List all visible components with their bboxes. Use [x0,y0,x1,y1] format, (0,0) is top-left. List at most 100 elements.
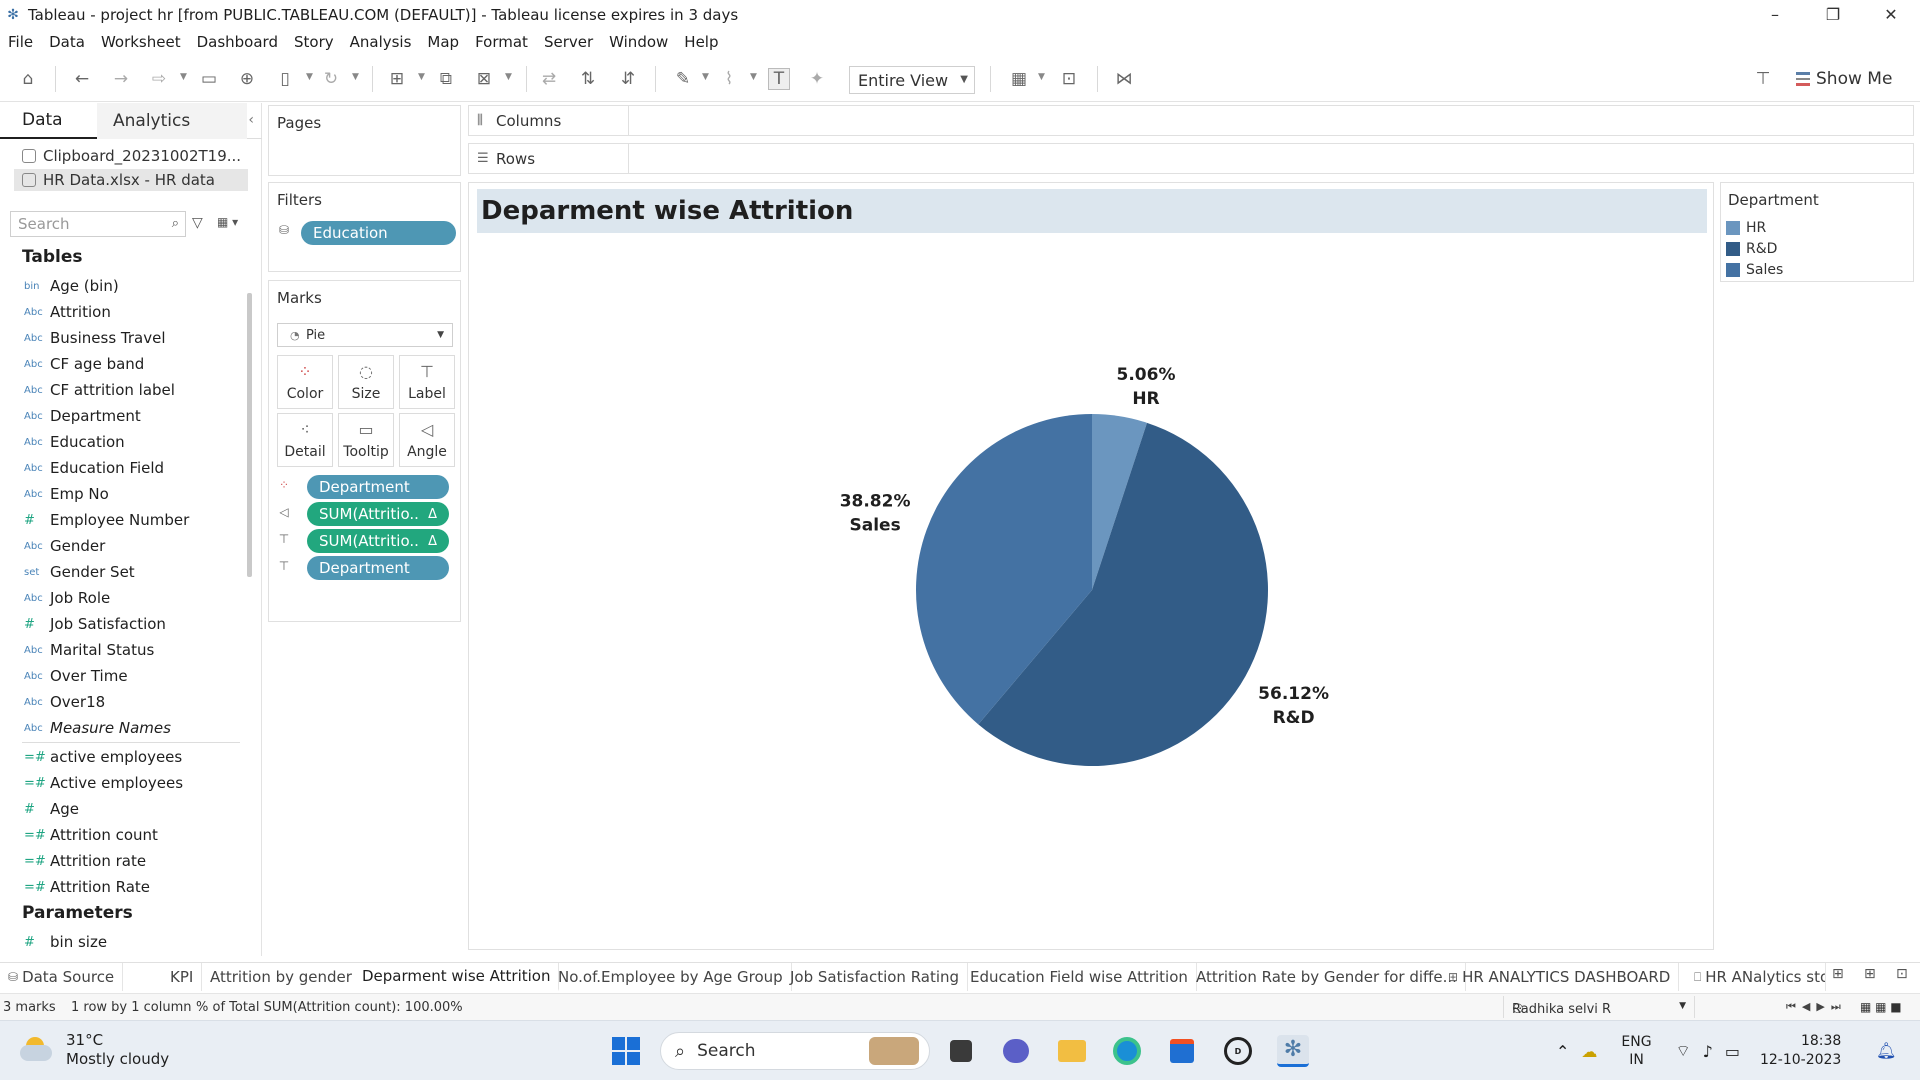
menu-data[interactable]: Data [41,33,93,51]
sort-descending-icon[interactable]: ⇵ [617,68,639,90]
field-education[interactable]: Abc Education [0,429,240,455]
field-attrition-rate[interactable]: =# Attrition rate [0,848,240,874]
field-business-travel[interactable]: Abc Business Travel [0,325,240,351]
windows-start-icon[interactable] [610,1035,642,1067]
sheet-tab-education-field-wise-attrition[interactable]: Education Field wise Attrition [962,963,1197,991]
marks-pill-department-label[interactable]: Department [307,556,449,580]
marks-pill-sum-attrition-label[interactable]: SUM(Attritio.. Δ [307,529,449,553]
menu-file[interactable]: File [0,33,41,51]
battery-icon[interactable]: ▭ [1725,1042,1740,1061]
legend-item-hr[interactable]: HR [1726,218,1766,238]
save-icon[interactable]: ▭ [198,68,220,90]
legend-item-rnd[interactable]: R&D [1726,239,1777,259]
volume-icon[interactable]: ♪ [1703,1042,1713,1061]
filter-icon[interactable]: ▽ [192,215,203,231]
task-view-icon[interactable] [945,1035,977,1067]
menu-map[interactable]: Map [419,33,467,51]
field-attrition[interactable]: Abc Attrition [0,299,240,325]
home-icon[interactable]: ⌂ [17,68,39,90]
tab-analytics[interactable]: Analytics [97,103,247,139]
field-age[interactable]: # Age [0,796,240,822]
field-search-input[interactable]: Search ⌕ [10,211,186,237]
chevron-down-icon[interactable]: ▼ [352,72,359,82]
field-department[interactable]: Abc Department [0,403,240,429]
menu-worksheet[interactable]: Worksheet [93,33,189,51]
teams-chat-icon[interactable] [1000,1035,1032,1067]
sheet-tab-kpi[interactable]: KPI [162,963,203,991]
chevron-down-icon[interactable]: ▼ [306,72,313,82]
new-story-tab-icon[interactable]: ⊡ [1896,966,1908,982]
menu-dashboard[interactable]: Dashboard [189,33,286,51]
field-education-field[interactable]: Abc Education Field [0,455,240,481]
sheet-tab-job-satisfaction-rating[interactable]: Job Satisfaction Rating [782,963,969,991]
field-gender-set[interactable]: set Gender Set [0,559,240,585]
pause-updates-icon[interactable]: ▯ [274,68,296,90]
field-active-employees[interactable]: =# Active employees [0,770,240,796]
view-options-icon[interactable]: ▦ ▾ [217,215,238,229]
chevron-down-icon[interactable]: ▼ [750,72,757,82]
restore-button[interactable]: ❐ [1804,0,1862,29]
user-account-button[interactable]: ⚇ Radhika selvi R ▼ [1503,996,1695,1018]
swap-rows-columns-icon[interactable]: ⇄ [538,68,560,90]
new-dashboard-tab-icon[interactable]: ⊞ [1864,966,1876,982]
legend-item-sales[interactable]: Sales [1726,260,1783,280]
weather-widget[interactable]: 31°C Mostly cloudy [18,1031,169,1069]
refresh-icon[interactable]: ↻ [320,68,342,90]
field-cf-age-band[interactable]: Abc CF age band [0,351,240,377]
field-over-time[interactable]: Abc Over Time [0,663,240,689]
field-attrition-rate[interactable]: =# Attrition Rate [0,874,240,895]
menu-analysis[interactable]: Analysis [342,33,420,51]
mark-type-select[interactable]: ◔ Pie ▼ [277,323,453,347]
field-attrition-count[interactable]: =# Attrition count [0,822,240,848]
presentation-mode-icon[interactable]: ⊡ [1058,68,1080,90]
marks-pill-sum-attrition-angle[interactable]: SUM(Attritio.. Δ [307,502,449,526]
sheet-tab-data-source[interactable]: ⛁ Data Source [0,963,124,991]
group-members-icon[interactable]: ⌇ [718,68,740,90]
chevron-down-icon[interactable]: ▼ [418,72,425,82]
show-mark-labels-icon[interactable]: T [768,68,790,90]
field-job-role[interactable]: Abc Job Role [0,585,240,611]
field-marital-status[interactable]: Abc Marital Status [0,637,240,663]
show-me-button[interactable]: Show Me [1796,66,1892,92]
menu-format[interactable]: Format [467,33,536,51]
field-emp-no[interactable]: Abc Emp No [0,481,240,507]
notification-bell-icon[interactable]: 🔔︎ [1876,1041,1896,1060]
sheet-tab-deparment-wise-attrition[interactable]: Deparment wise Attrition [354,963,560,991]
close-button[interactable]: ✕ [1862,0,1920,29]
replay-icon[interactable]: ⇨ [148,68,170,90]
size-button[interactable]: ◌ Size [338,355,394,409]
minimize-button[interactable]: – [1746,0,1804,29]
new-datasource-icon[interactable]: ⊕ [236,68,258,90]
onedrive-icon[interactable]: ☁ [1581,1042,1597,1061]
new-worksheet-icon[interactable]: ⊞ [386,68,408,90]
collapse-pane-icon[interactable]: ‹ [248,112,254,128]
sheet-tab-hr-analytics-dashboard[interactable]: ⊞ HR ANALYTICS DASHBOARD [1440,963,1680,991]
pie-chart[interactable]: 5.06% HR 56.12% R&D 38.82% Sales [469,183,1715,951]
sheet-tab-attrition-rate-by-gender-for-diffe[interactable]: Attrition Rate by Gender for diffe... [1188,963,1466,991]
filters-card[interactable]: Filters ⛁ Education [268,182,461,272]
chevron-down-icon[interactable]: ▼ [505,72,512,82]
datasource-item-clipboard[interactable]: Clipboard_20231002T19... [14,145,248,167]
field-list-scrollbar[interactable] [247,293,252,577]
chevron-down-icon[interactable]: ▼ [1038,72,1045,82]
tooltip-button[interactable]: ▭ Tooltip [338,413,394,467]
clear-sheet-icon[interactable]: ⊠ [473,68,495,90]
sheet-navigation-arrows[interactable]: ⏮◀▶⏭ [1786,1000,1847,1014]
marks-pill-department-color[interactable]: Department [307,475,449,499]
field-gender[interactable]: Abc Gender [0,533,240,559]
field-employee-number[interactable]: # Employee Number [0,507,240,533]
field-job-satisfaction[interactable]: # Job Satisfaction [0,611,240,637]
chevron-down-icon[interactable]: ▼ [180,72,187,82]
view-grid-icons[interactable]: ▦ ▦ ■ [1860,1000,1902,1014]
sheet-tab-no-of-employee-by-age-group[interactable]: No.of.Employee by Age Group [550,963,792,991]
sheet-tab-attrition-by-gender[interactable]: Attrition by gender [202,963,361,991]
new-worksheet-tab-icon[interactable]: ⊞ [1832,966,1844,982]
pin-icon[interactable]: ⊤ [1752,68,1774,90]
undo-icon[interactable]: ← [71,68,93,90]
chevron-down-icon[interactable]: ▼ [702,72,709,82]
redo-icon[interactable]: → [110,68,132,90]
detail-button[interactable]: ⁖ Detail [277,413,333,467]
fix-axes-icon[interactable]: ✦ [806,68,828,90]
tableau-taskbar-icon[interactable]: ✻ [1277,1035,1309,1067]
wifi-icon[interactable]: ⌔ [1676,1041,1691,1061]
